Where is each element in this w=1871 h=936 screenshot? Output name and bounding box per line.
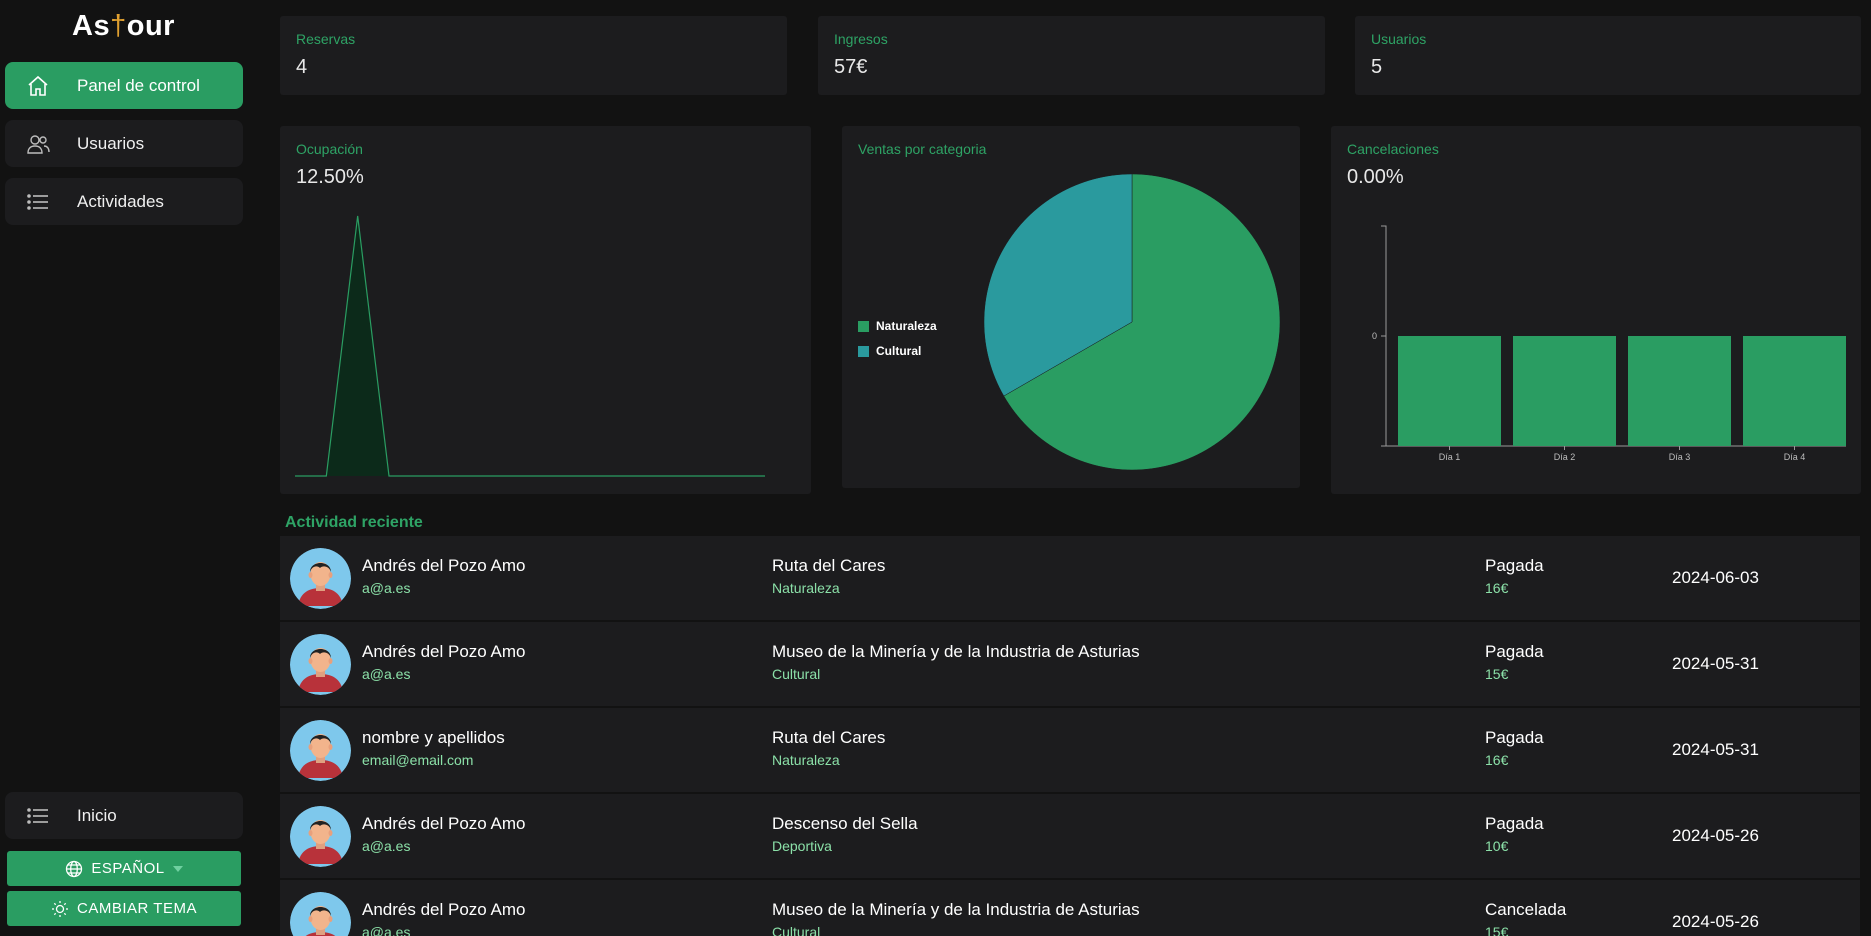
sidebar-item-label: Panel de control <box>77 75 200 95</box>
avatar <box>290 720 351 781</box>
stat-title: Usuarios <box>1371 31 1427 47</box>
activity-date: 2024-05-31 <box>1672 654 1759 673</box>
user-name: Andrés del Pozo Amo <box>362 900 526 919</box>
chart-card-cancelaciones: Cancelaciones 0.00% 0 Día 1 Día 2 Día 3 Día … <box>1331 126 1861 494</box>
sidebar-item-label: Inicio <box>77 805 117 825</box>
chart-card-ocupacion: Ocupación 12.50% <box>280 126 811 494</box>
activity-row[interactable]: nombre y apellidos email@email.com Ruta … <box>280 708 1860 792</box>
stat-card-usuarios: Usuarios 5 <box>1355 16 1861 95</box>
activity-date: 2024-05-26 <box>1672 826 1759 845</box>
payment-status: Pagada <box>1485 642 1544 661</box>
stat-value: 57€ <box>834 56 868 78</box>
sidebar-item-inicio[interactable]: Inicio <box>5 792 243 839</box>
y-tick-label: 0 <box>1372 331 1377 341</box>
stat-value: 5 <box>1371 56 1383 78</box>
language-button[interactable]: ESPAÑOL <box>7 851 241 886</box>
home-icon <box>21 74 55 98</box>
activity-price: 15€ <box>1485 924 1509 936</box>
activity-row[interactable]: Andrés del Pozo Amo a@a.es Ruta del Care… <box>280 536 1860 620</box>
payment-status: Pagada <box>1485 556 1544 575</box>
activity-name: Museo de la Minería y de la Industria de… <box>772 900 1140 919</box>
sun-icon <box>52 900 69 917</box>
stat-value: 4 <box>296 56 308 78</box>
activity-price: 16€ <box>1485 580 1509 596</box>
user-email: a@a.es <box>362 838 411 854</box>
user-email: a@a.es <box>362 924 411 936</box>
recent-activity-title: Actividad reciente <box>285 514 423 531</box>
user-name: Andrés del Pozo Amo <box>362 814 526 833</box>
activity-price: 16€ <box>1485 752 1509 768</box>
avatar <box>290 634 351 695</box>
users-icon <box>21 132 55 156</box>
activity-name: Ruta del Cares <box>772 556 886 575</box>
activity-price: 10€ <box>1485 838 1509 854</box>
activity-row[interactable]: Andrés del Pozo Amo a@a.es Museo de la M… <box>280 622 1860 706</box>
sidebar: As†our Panel de control Usuarios Activid… <box>0 0 247 936</box>
avatar <box>290 548 351 609</box>
sidebar-item-usuarios[interactable]: Usuarios <box>5 120 243 167</box>
activity-category: Cultural <box>772 924 821 936</box>
bar-4[interactable] <box>1743 336 1846 446</box>
ocupacion-area <box>295 216 765 476</box>
x-tick-label: Día 4 <box>1784 452 1806 462</box>
user-email: email@email.com <box>362 752 474 768</box>
chevron-down-icon <box>172 865 183 872</box>
bar-1[interactable] <box>1398 336 1501 446</box>
theme-button[interactable]: CAMBIAR TEMA <box>7 891 241 926</box>
x-tick-label: Día 3 <box>1669 452 1691 462</box>
user-name: nombre y apellidos <box>362 728 505 747</box>
activity-category: Naturaleza <box>772 752 840 768</box>
app-logo[interactable]: As†our <box>0 10 247 43</box>
activity-name: Ruta del Cares <box>772 728 886 747</box>
user-name: Andrés del Pozo Amo <box>362 642 526 661</box>
ocupacion-chart <box>295 215 765 477</box>
sidebar-item-panel-de-control[interactable]: Panel de control <box>5 62 243 109</box>
activity-row[interactable]: Andrés del Pozo Amo a@a.es Museo de la M… <box>280 880 1860 936</box>
globe-icon <box>66 860 83 877</box>
theme-label: CAMBIAR TEMA <box>77 900 197 917</box>
cancelaciones-bar-chart: 0 Día 1 Día 2 Día 3 Día 4 <box>1372 225 1846 462</box>
activity-category: Deportiva <box>772 838 832 854</box>
payment-status: Cancelada <box>1485 900 1567 919</box>
x-tick-label: Día 2 <box>1554 452 1576 462</box>
activity-name: Museo de la Minería y de la Industria de… <box>772 642 1140 661</box>
activity-date: 2024-05-31 <box>1672 740 1759 759</box>
stat-card-ingresos: Ingresos 57€ <box>818 16 1325 95</box>
avatar <box>290 806 351 867</box>
avatar <box>290 892 351 936</box>
ventas-pie-chart <box>983 173 1281 471</box>
list-icon <box>21 190 55 214</box>
bar-2[interactable] <box>1513 336 1616 446</box>
sidebar-item-label: Usuarios <box>77 133 145 153</box>
payment-status: Pagada <box>1485 814 1544 833</box>
activity-name: Descenso del Sella <box>772 814 918 833</box>
language-label: ESPAÑOL <box>91 860 165 877</box>
stat-title: Reservas <box>296 31 356 47</box>
activity-date: 2024-06-03 <box>1672 568 1759 587</box>
activity-price: 15€ <box>1485 666 1509 682</box>
user-email: a@a.es <box>362 666 411 682</box>
user-email: a@a.es <box>362 580 411 596</box>
x-tick-label: Día 1 <box>1439 452 1461 462</box>
sidebar-item-actividades[interactable]: Actividades <box>5 178 243 225</box>
chart-card-ventas: Ventas por categoria Naturaleza Cultural <box>842 126 1300 488</box>
activity-date: 2024-05-26 <box>1672 912 1759 931</box>
payment-status: Pagada <box>1485 728 1544 747</box>
activity-row[interactable]: Andrés del Pozo Amo a@a.es Descenso del … <box>280 794 1860 878</box>
bar-3[interactable] <box>1628 336 1731 446</box>
sidebar-item-label: Actividades <box>77 191 164 211</box>
stat-card-reservas: Reservas 4 <box>280 16 787 95</box>
list-icon <box>21 804 55 828</box>
activity-category: Cultural <box>772 666 821 682</box>
stat-title: Ingresos <box>834 31 888 47</box>
user-name: Andrés del Pozo Amo <box>362 556 526 575</box>
activity-category: Naturaleza <box>772 580 840 596</box>
